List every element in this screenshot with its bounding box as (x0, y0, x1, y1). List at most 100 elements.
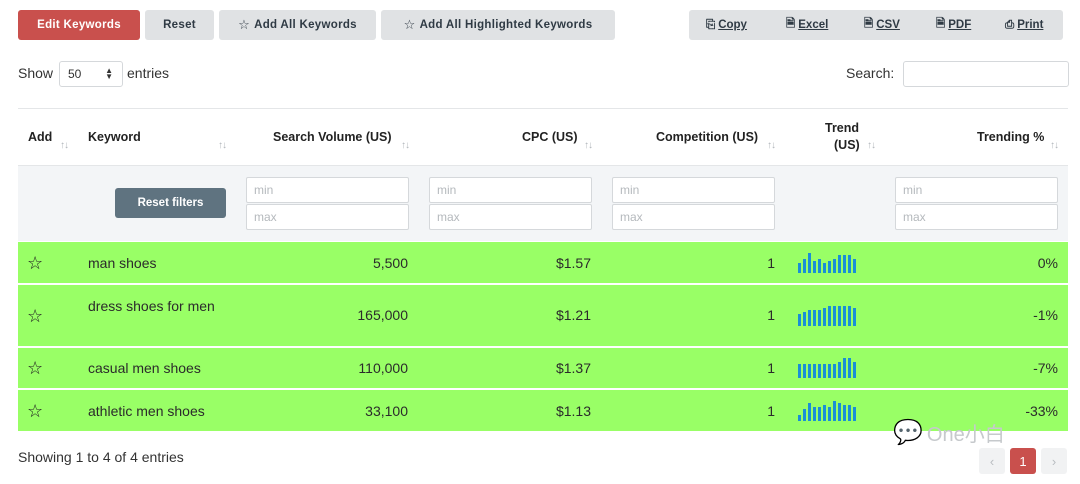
export-button-group: ⎘ Copy 🗎 Excel 🗎 CSV 🗎 PDF ⎙ Print (689, 10, 1063, 40)
printer-icon: ⎙ (1005, 18, 1015, 31)
header-cpc[interactable]: CPC (US) (522, 130, 578, 144)
trending-max-input[interactable]: max (895, 204, 1058, 230)
trend-bar (838, 255, 841, 273)
competition-max-input[interactable]: max (612, 204, 775, 230)
reset-filters-label: Reset filters (137, 197, 204, 209)
trend-bar (818, 364, 821, 378)
cpc-cell: $1.21 (555, 307, 591, 323)
trend-bar (853, 407, 856, 421)
trend-bar (853, 259, 856, 273)
print-button[interactable]: ⎙ Print (1005, 10, 1043, 40)
edit-keywords-button[interactable]: Edit Keywords (18, 10, 140, 40)
sort-icon[interactable]: ↑↓ (584, 140, 593, 151)
add-star-icon[interactable]: ☆ (27, 402, 43, 420)
search-volume-cell: 33,100 (365, 403, 408, 419)
trend-sparkline (798, 401, 856, 421)
trend-bar (803, 312, 806, 326)
sort-icon[interactable]: ↑↓ (60, 140, 69, 151)
trend-bar (808, 364, 811, 378)
trend-bar (818, 310, 821, 326)
csv-file-icon: 🗎 (864, 17, 874, 30)
cpc-min-input[interactable]: min (429, 177, 592, 203)
edit-keywords-label: Edit Keywords (37, 19, 121, 31)
search-volume-cell: 110,000 (358, 360, 408, 376)
chevron-left-icon: ‹ (989, 453, 995, 469)
copy-icon: ⎘ (706, 18, 716, 31)
volume-min-input[interactable]: min (246, 177, 409, 203)
add-all-keywords-button[interactable]: ☆ Add All Keywords (219, 10, 376, 40)
trend-bar (823, 405, 826, 421)
trend-bar (823, 308, 826, 326)
cpc-cell: $1.57 (555, 255, 591, 271)
add-highlighted-keywords-button[interactable]: ☆ Add All Highlighted Keywords (381, 10, 615, 40)
trend-bar (808, 310, 811, 326)
watermark: 💬 One小白 (893, 418, 1005, 447)
trend-bar (848, 405, 851, 421)
competition-cell: 1 (767, 403, 775, 419)
header-trend[interactable]: Trend (825, 121, 859, 135)
competition-min-input[interactable]: min (612, 177, 775, 203)
add-star-icon[interactable]: ☆ (27, 307, 43, 325)
watermark-text: One小白 (926, 424, 1005, 446)
sort-icon[interactable]: ↑↓ (767, 140, 776, 151)
table-row: ☆ casual men shoes 110,000 $1.37 1 -7% (18, 348, 1068, 389)
trend-bar (803, 364, 806, 378)
trend-bar (843, 255, 846, 273)
table-row: ☆ dress shoes for men 165,000 $1.21 1 -1… (18, 285, 1068, 347)
table-info: Showing 1 to 4 of 4 entries (18, 449, 184, 465)
csv-button[interactable]: 🗎 CSV (864, 10, 900, 40)
add-star-icon[interactable]: ☆ (27, 359, 43, 377)
csv-label: CSV (876, 19, 900, 31)
previous-page-button[interactable]: ‹ (979, 448, 1005, 474)
header-search-volume[interactable]: Search Volume (US) (273, 130, 392, 144)
trend-bar (838, 306, 841, 326)
reset-filters-button[interactable]: Reset filters (115, 188, 226, 218)
copy-button[interactable]: ⎘ Copy (706, 10, 747, 40)
search-volume-cell: 165,000 (357, 307, 408, 323)
reset-button[interactable]: Reset (145, 10, 214, 40)
trending-percent-cell: -7% (1033, 360, 1058, 376)
excel-button[interactable]: 🗎 Excel (786, 10, 828, 40)
pdf-file-icon: 🗎 (936, 17, 946, 30)
add-star-icon[interactable]: ☆ (27, 254, 43, 272)
page-1-button[interactable]: 1 (1010, 448, 1036, 474)
trend-sparkline (798, 306, 856, 326)
trending-min-input[interactable]: min (895, 177, 1058, 203)
trend-bar (823, 263, 826, 273)
sort-icon[interactable]: ↑↓ (401, 140, 410, 151)
header-trending-percent[interactable]: Trending % (977, 130, 1044, 144)
entries-per-page-select[interactable]: 50 ▲ ▼ (59, 61, 123, 87)
add-all-keywords-label: Add All Keywords (254, 19, 357, 31)
trending-percent-cell: -1% (1033, 307, 1058, 323)
wechat-icon: 💬 (893, 419, 923, 446)
trend-bar (818, 407, 821, 421)
trend-bar (798, 314, 801, 326)
header-add[interactable]: Add (28, 130, 52, 144)
header-trend-region[interactable]: (US) (834, 138, 860, 152)
pdf-button[interactable]: 🗎 PDF (936, 10, 971, 40)
header-keyword[interactable]: Keyword (88, 130, 141, 144)
next-page-button[interactable]: › (1041, 448, 1067, 474)
competition-cell: 1 (767, 255, 775, 271)
trend-bar (853, 362, 856, 378)
trend-sparkline (798, 253, 856, 273)
keyword-cell: casual men shoes (88, 360, 201, 376)
header-competition[interactable]: Competition (US) (656, 130, 758, 144)
reset-label: Reset (163, 19, 196, 31)
table-row: ☆ man shoes 5,500 $1.57 1 0% (18, 242, 1068, 284)
sort-icon[interactable]: ↑↓ (1050, 140, 1059, 151)
trend-bar (803, 259, 806, 273)
trend-bar (828, 407, 831, 421)
volume-max-input[interactable]: max (246, 204, 409, 230)
trend-bar (833, 364, 836, 378)
search-input[interactable] (903, 61, 1069, 87)
trend-bar (848, 306, 851, 326)
trend-bar (813, 364, 816, 378)
sort-icon[interactable]: ↑↓ (218, 140, 227, 151)
pdf-label: PDF (948, 19, 972, 31)
sort-icon[interactable]: ↑↓ (867, 140, 876, 151)
trend-bar (828, 306, 831, 326)
print-label: Print (1017, 19, 1044, 31)
keyword-cell: athletic men shoes (88, 403, 205, 419)
cpc-max-input[interactable]: max (429, 204, 592, 230)
